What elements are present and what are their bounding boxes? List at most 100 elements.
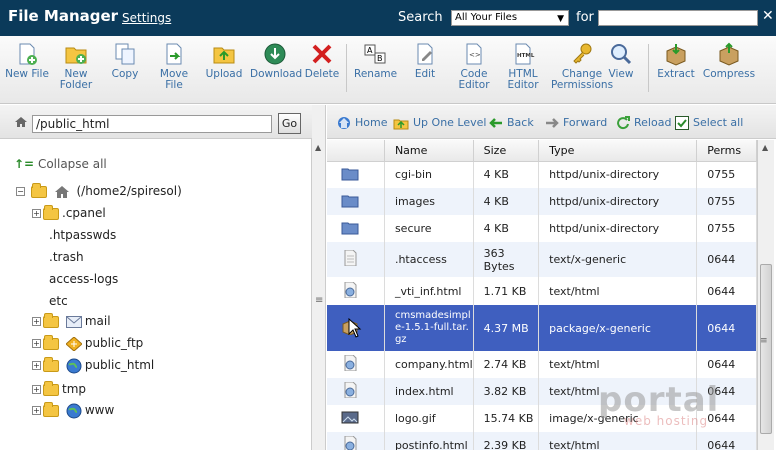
compress-button[interactable]: Compress	[702, 42, 756, 80]
folder-icon	[43, 356, 59, 372]
file-size: 4 KB	[473, 188, 540, 215]
table-row[interactable]: images 4 KB httpd/unix-directory 0755	[327, 188, 757, 215]
search-scope-value: All Your Files	[455, 12, 518, 23]
html-editor-button[interactable]: HTML HTML Editor	[504, 42, 542, 91]
icon-cell	[327, 351, 385, 378]
expand-toggle-icon[interactable]: +	[32, 339, 41, 348]
forward-button[interactable]: Forward	[545, 116, 607, 129]
tree-item-access-logs[interactable]: access-logs	[49, 270, 118, 288]
tree-item-label: public_ftp	[84, 336, 144, 350]
vertical-scrollbar[interactable]: ▲ ≡	[757, 140, 774, 450]
file-type: image/x-generic	[538, 405, 698, 432]
table-row[interactable]: secure 4 KB httpd/unix-directory 0755	[327, 215, 757, 242]
extract-button[interactable]: Extract	[656, 42, 696, 80]
go-button[interactable]: Go	[278, 113, 301, 134]
folder-icon	[43, 204, 59, 220]
tree-item-mail[interactable]: + mail	[32, 312, 111, 330]
rename-button[interactable]: AB Rename	[354, 42, 398, 80]
file-perms: 0755	[696, 188, 757, 215]
select-all-button[interactable]: Select all	[675, 116, 743, 130]
tree-item-public-ftp[interactable]: + public_ftp	[32, 334, 143, 352]
html-editor-icon: HTML	[515, 43, 535, 65]
scrollbar-thumb[interactable]	[760, 264, 772, 434]
tree-item-cpanel[interactable]: + .cpanel	[32, 204, 106, 222]
close-icon[interactable]: ✕	[762, 8, 774, 24]
collapse-toggle-icon[interactable]: −	[16, 187, 25, 196]
search-scope-select[interactable]: All Your Files ▼	[451, 10, 569, 26]
file-name: company.html	[384, 351, 474, 378]
edit-button[interactable]: Edit	[410, 42, 440, 80]
reload-button[interactable]: Reload	[616, 116, 671, 130]
tree-item-label: www	[84, 403, 115, 417]
view-button[interactable]: View	[606, 42, 636, 80]
svg-text:<>: <>	[469, 51, 481, 59]
file-size: 2.74 KB	[473, 351, 540, 378]
expand-toggle-icon[interactable]: +	[32, 385, 41, 394]
tree-root[interactable]: − (/home2/spiresol)	[16, 182, 182, 200]
rename-label: Rename	[354, 68, 398, 80]
search-input[interactable]	[598, 10, 758, 26]
new-folder-button[interactable]: New Folder	[56, 42, 96, 91]
file-size: 15.74 KB	[473, 405, 540, 432]
path-bar: /public_html Go	[0, 105, 312, 139]
expand-toggle-icon[interactable]: +	[32, 361, 41, 370]
new-file-button[interactable]: New File	[4, 42, 50, 80]
chevron-down-icon: ▼	[557, 14, 564, 24]
scrollbar-grip-icon: ≡	[760, 336, 768, 346]
up-one-level-button[interactable]: Up One Level	[393, 116, 486, 130]
copy-button[interactable]: Copy	[108, 42, 142, 80]
file-size: 4.37 MB	[473, 305, 540, 351]
arrow-right-icon	[546, 118, 559, 128]
file-type: text/html	[538, 351, 698, 378]
upload-button[interactable]: Upload	[204, 42, 244, 80]
table-row[interactable]: .htaccess 363 Bytes text/x-generic 0644	[327, 242, 757, 277]
scroll-up-icon[interactable]: ▲	[762, 143, 768, 152]
expand-toggle-icon[interactable]: +	[32, 406, 41, 415]
settings-link[interactable]: Settings	[122, 11, 171, 25]
home-button[interactable]: Home	[337, 116, 387, 130]
size-column-header[interactable]: Size	[473, 140, 540, 162]
tree-item-tmp[interactable]: + tmp	[32, 380, 86, 398]
table-row[interactable]: index.html 3.82 KB text/html 0644	[327, 378, 757, 405]
folder-up-icon	[393, 119, 409, 129]
icon-column-header	[327, 140, 385, 162]
delete-button[interactable]: Delete	[304, 42, 340, 80]
path-input[interactable]: /public_html	[32, 115, 272, 133]
scroll-up-icon[interactable]: ▲	[315, 143, 321, 152]
download-button[interactable]: Download	[250, 42, 302, 80]
collapse-all-link[interactable]: ↑= Collapse all	[14, 157, 107, 171]
tree-item-www[interactable]: + www	[32, 401, 114, 419]
expand-toggle-icon[interactable]: +	[32, 209, 41, 218]
name-column-header[interactable]: Name	[384, 140, 474, 162]
code-editor-button[interactable]: <> Code Editor	[456, 42, 492, 91]
file-size: 2.39 KB	[473, 432, 540, 450]
table-row[interactable]: postinfo.html 2.39 KB text/html 0644	[327, 432, 757, 450]
table-row[interactable]: _vti_inf.html 1.71 KB text/html 0644	[327, 277, 757, 305]
compress-icon	[719, 42, 739, 66]
toolbar-divider	[648, 44, 649, 92]
tree-item-label: etc	[49, 294, 68, 308]
tree-item-htpasswds[interactable]: .htpasswds	[49, 226, 116, 244]
magnifier-icon	[611, 44, 632, 65]
expand-toggle-icon[interactable]: +	[32, 317, 41, 326]
folder-icon	[341, 168, 359, 181]
file-size: 363 Bytes	[473, 242, 540, 277]
change-permissions-label-2: Permissions	[550, 79, 614, 91]
table-row[interactable]: company.html 2.74 KB text/html 0644	[327, 351, 757, 378]
pane-splitter[interactable]: ▲ ≡	[312, 105, 326, 450]
change-permissions-button[interactable]: Change Permissions	[550, 42, 614, 91]
table-row-selected[interactable]: cmsmadesimple-1.5.1-full.tar.gz 4.37 MB …	[327, 305, 757, 351]
type-column-header[interactable]: Type	[538, 140, 698, 162]
file-perms: 0644	[696, 277, 757, 305]
back-button[interactable]: Back	[489, 116, 534, 129]
perms-column-header[interactable]: Perms	[696, 140, 757, 162]
table-row[interactable]: cgi-bin 4 KB httpd/unix-directory 0755	[327, 161, 757, 188]
tree-item-public-html[interactable]: + public_html	[32, 356, 154, 374]
icon-cell	[327, 188, 385, 215]
table-row[interactable]: logo.gif 15.74 KB image/x-generic 0644	[327, 405, 757, 432]
toolbar-divider	[346, 44, 347, 92]
folder-icon	[341, 222, 359, 235]
move-file-button[interactable]: Move File	[156, 42, 192, 91]
tree-item-etc[interactable]: etc	[49, 292, 68, 310]
tree-item-trash[interactable]: .trash	[49, 248, 84, 266]
